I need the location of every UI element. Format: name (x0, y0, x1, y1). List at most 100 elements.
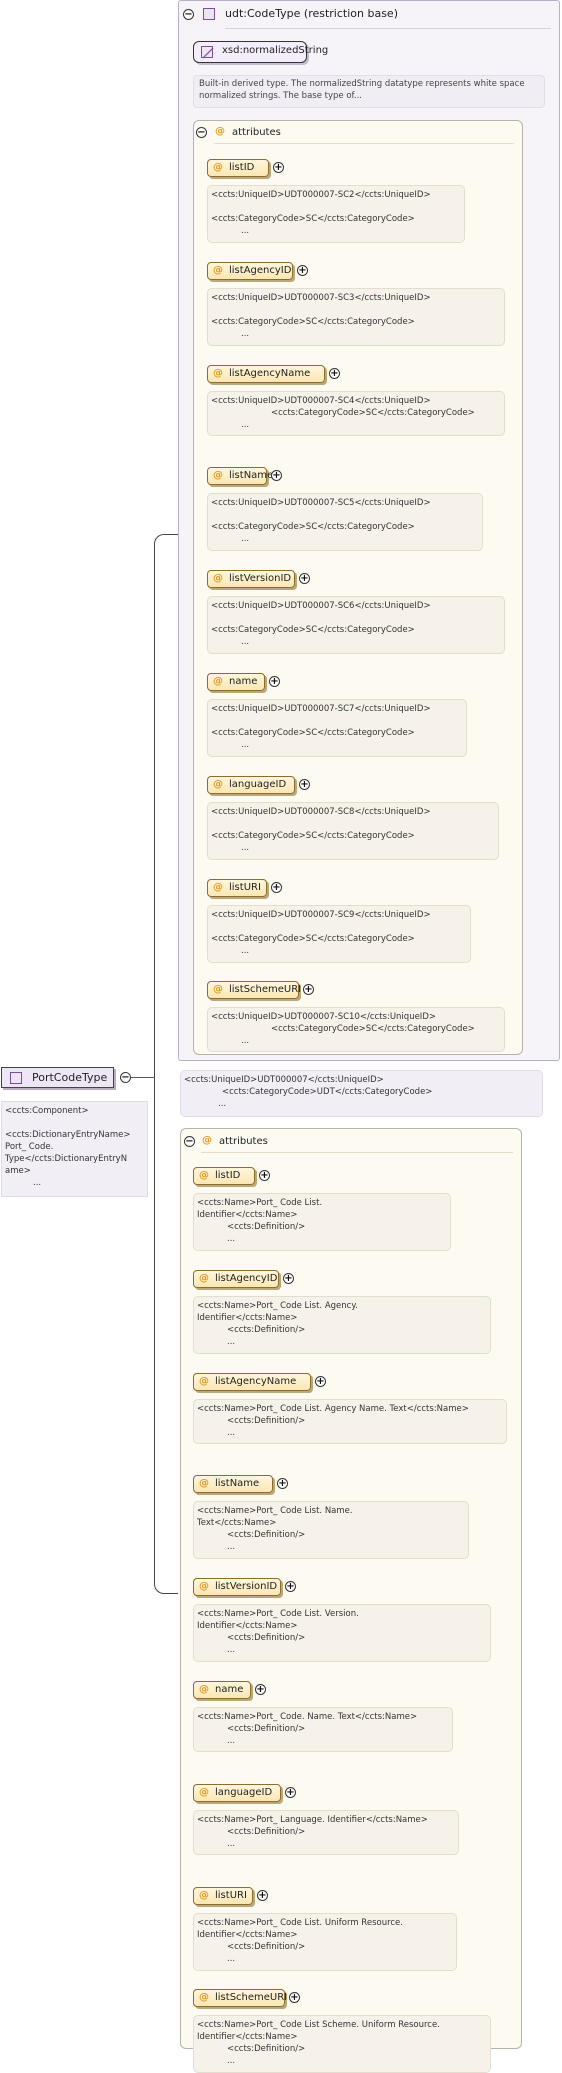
annotation-line: <ccts:UniqueID>UDT000007-SC6</ccts:Uniqu… (211, 601, 431, 612)
annotation-line: <ccts:Definition/> (227, 1724, 306, 1734)
attribute-icon: @ (215, 126, 225, 137)
annotation-line: Identifier</ccts:Name> (197, 1929, 298, 1940)
annotation-line: <ccts:Name>Port_ Code List. (197, 1198, 323, 1208)
base-type-name: xsd:normalizedString (222, 45, 329, 56)
attribute-pill[interactable]: @ languageID (207, 775, 295, 794)
base-type-collapse-toggle[interactable]: − (183, 9, 194, 20)
annotation-line (211, 304, 501, 316)
attribute-annotation: <ccts:UniqueID>UDT000007-SC5</ccts:Uniqu… (207, 493, 483, 552)
attribute-expand-toggle[interactable]: + (259, 1170, 270, 1181)
annotation-line: Identifier</ccts:Name> (197, 2032, 298, 2043)
attribute-name: listName (229, 470, 274, 482)
annotation-line: <ccts:Name>Port_ Language. Identifier</c… (197, 1814, 428, 1825)
attribute-pill[interactable]: @ listName (193, 1475, 273, 1494)
attribute-pill[interactable]: @ listVersionID (207, 570, 295, 589)
annotation-line: <ccts:UniqueID>UDT000007-SC8</ccts:Uniqu… (211, 806, 431, 817)
root-note-line: <ccts:DictionaryEntryName> (5, 1130, 131, 1140)
attribute-pill[interactable]: @ listID (193, 1167, 255, 1185)
type-annotation: <ccts:UniqueID>UDT000007</ccts:UniqueID>… (180, 1070, 543, 1117)
attribute-name: listVersionID (215, 1581, 278, 1593)
root-note-line (5, 1117, 144, 1129)
annotation-line: <ccts:Definition/> (227, 1633, 306, 1644)
attribute-pill[interactable]: @ listSchemeURI (207, 981, 301, 1000)
attribute-pill[interactable]: @ listURI (207, 878, 267, 897)
annotation-line: ... (227, 1953, 236, 1964)
attribute-pill[interactable]: @ listID (207, 159, 269, 177)
annotation-line: Text</ccts:Name> (197, 1518, 277, 1529)
root-collapse-toggle[interactable]: − (120, 1072, 131, 1083)
annotation-line: ... (227, 1234, 236, 1244)
attribute-expand-toggle[interactable]: + (271, 470, 282, 482)
attribute-expand-toggle[interactable]: + (285, 1581, 296, 1593)
attribute-pill[interactable]: @ listAgencyID (207, 261, 293, 280)
annotation-line: ... (227, 1336, 236, 1347)
attribute-expand-toggle[interactable]: + (277, 1478, 288, 1490)
attribute-annotation: <ccts:UniqueID>UDT000007-SC7</ccts:Uniqu… (207, 699, 467, 757)
attribute-pill[interactable]: @ name (207, 673, 265, 691)
attribute-expand-toggle[interactable]: + (329, 367, 340, 379)
attribute-pill[interactable]: @ languageID (193, 1783, 281, 1802)
attribute-annotation: <ccts:Name>Port_ Code List. Agency. Ident… (193, 1295, 491, 1354)
attribute-pill[interactable]: @ listSchemeURI (193, 1989, 287, 2008)
attributes-collapse-toggle[interactable]: − (184, 1136, 195, 1147)
annotation-line: ... (241, 226, 250, 236)
attribute-annotation: <ccts:Name>Port_ Language. Identifier</c… (193, 1809, 459, 1855)
base-type-pill[interactable]: xsd:normalizedString (193, 41, 328, 63)
base-type-header: udt:CodeType (restriction base) (225, 7, 398, 20)
attribute-expand-toggle[interactable]: + (289, 1992, 300, 2004)
attribute-expand-toggle[interactable]: + (303, 984, 314, 996)
attribute-expand-toggle[interactable]: + (273, 162, 284, 173)
attribute-pill[interactable]: @ name (193, 1681, 251, 1699)
attribute-pill[interactable]: @ listName (207, 467, 273, 486)
attribute-name: languageID (215, 1786, 273, 1798)
attribute-name: name (215, 1684, 244, 1695)
attribute-name: listVersionID (229, 573, 292, 585)
attribute-pill[interactable]: @ listURI (193, 1886, 253, 1905)
attribute-expand-toggle[interactable]: + (315, 1375, 326, 1387)
annotation-line: ... (241, 637, 250, 648)
annotation-line: <ccts:CategoryCode>SC</ccts:CategoryCode… (271, 407, 475, 418)
attributes-collapse-toggle[interactable]: − (196, 127, 207, 138)
attribute-pill[interactable]: @ listAgencyID (193, 1269, 279, 1288)
annotation-line: <ccts:UniqueID>UDT000007-SC5</ccts:Uniqu… (211, 498, 431, 509)
attribute-icon: @ (213, 162, 223, 173)
attribute-name: listURI (229, 881, 261, 893)
attribute-expand-toggle[interactable]: + (257, 1889, 268, 1901)
attribute-pill[interactable]: @ listAgencyName (207, 364, 325, 383)
attribute-expand-toggle[interactable]: + (255, 1684, 266, 1695)
attribute-annotation: <ccts:Name>Port_ Code List. Identifier</c… (193, 1193, 451, 1251)
annotation-line: <ccts:UniqueID>UDT000007-SC2</ccts:Uniqu… (211, 190, 431, 200)
attribute-expand-toggle[interactable]: + (285, 1786, 296, 1798)
annotation-line: <ccts:Definition/> (227, 1324, 306, 1335)
attribute-expand-toggle[interactable]: + (269, 676, 280, 687)
annotation-line: <ccts:Definition/> (227, 1530, 306, 1541)
type-note-line: <ccts:CategoryCode>UDT</ccts:CategoryCod… (222, 1087, 433, 1097)
attribute-annotation: <ccts:UniqueID>UDT000007-SC9</ccts:Uniqu… (207, 904, 471, 963)
attribute-expand-toggle[interactable]: + (283, 1272, 294, 1284)
annotation-line: ... (241, 842, 250, 853)
attribute-icon: @ (199, 1272, 209, 1284)
complex-type-icon (203, 8, 215, 20)
attribute-expand-toggle[interactable]: + (299, 573, 310, 585)
connector-stub (131, 1077, 155, 1078)
attribute-expand-toggle[interactable]: + (299, 778, 310, 790)
attribute-expand-toggle[interactable]: + (271, 881, 282, 893)
annotation-line: <ccts:Name>Port_ Code List. Version. (197, 1609, 359, 1620)
attribute-pill[interactable]: @ listVersionID (193, 1578, 281, 1597)
attribute-annotation: <ccts:UniqueID>UDT000007-SC6</ccts:Uniqu… (207, 596, 505, 655)
annotation-line: ... (241, 328, 250, 339)
attribute-icon: @ (213, 778, 223, 790)
root-element[interactable]: PortCodeType (1, 1067, 114, 1088)
attribute-icon: @ (199, 1889, 209, 1901)
annotation-line (211, 921, 467, 933)
annotation-line (211, 715, 463, 727)
attribute-annotation: <ccts:Name>Port_ Code List. Uniform Reso… (193, 1912, 457, 1971)
root-note-line: <ccts:Component> (5, 1106, 89, 1116)
attribute-pill[interactable]: @ listAgencyName (193, 1372, 311, 1391)
annotation-line: Identifier</ccts:Name> (197, 1210, 298, 1220)
attribute-expand-toggle[interactable]: + (297, 264, 308, 276)
attribute-annotation: <ccts:UniqueID>UDT000007-SC10</ccts:Uniq… (207, 1007, 505, 1053)
annotation-line: ... (241, 945, 250, 956)
attribute-icon: @ (213, 676, 223, 687)
root-note-line: ame> (5, 1166, 31, 1176)
